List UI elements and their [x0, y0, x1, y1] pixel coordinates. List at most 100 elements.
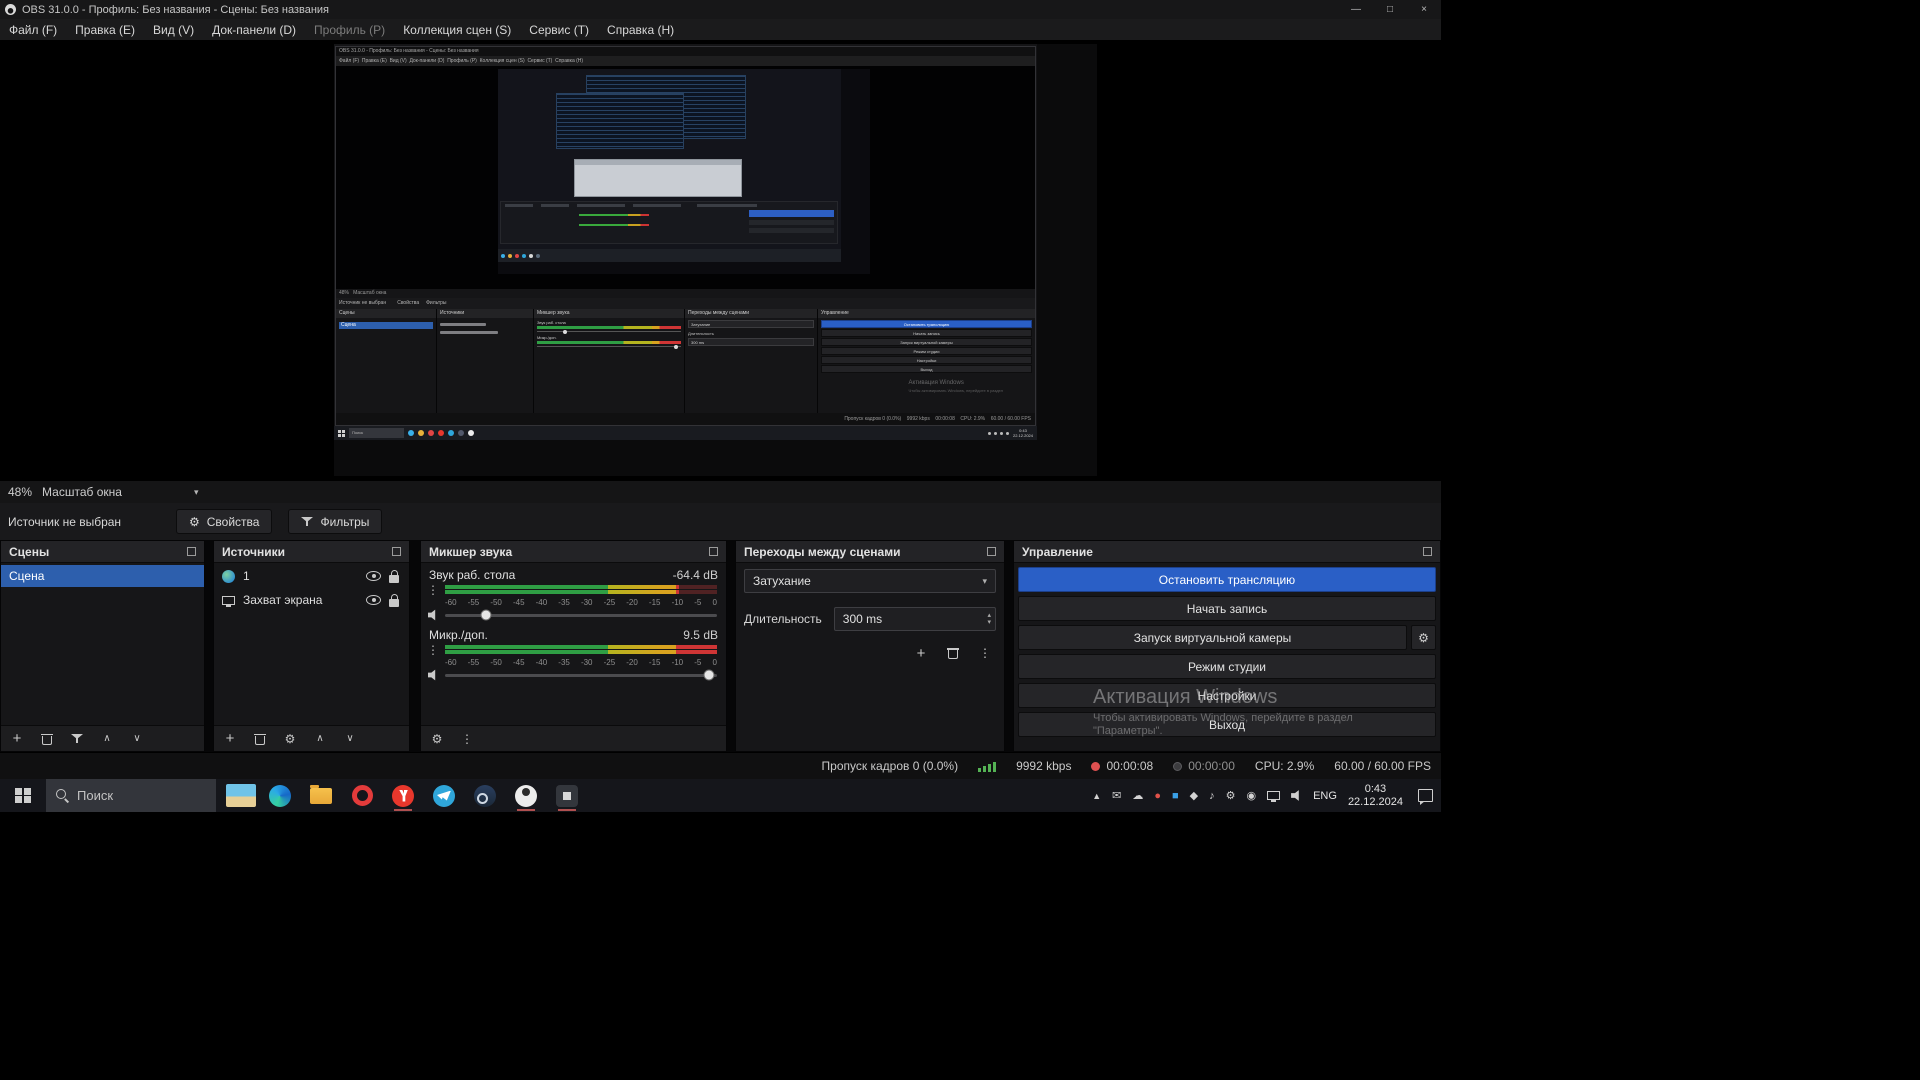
menu-edit[interactable]: Правка (E) [66, 19, 144, 40]
source-list-item[interactable]: Захват экрана [214, 589, 409, 611]
menu-docks[interactable]: Док-панели (D) [203, 19, 305, 40]
popout-icon[interactable] [1423, 547, 1432, 556]
menu-tools[interactable]: Сервис (T) [520, 19, 598, 40]
filters-button[interactable]: Фильтры [288, 509, 382, 534]
taskbar-search[interactable]: Поиск [46, 779, 216, 812]
settings-button[interactable]: Настройки [1018, 683, 1436, 708]
scene-filters-button[interactable] [71, 731, 83, 747]
preview-scale-dropdown[interactable]: ▾ [194, 487, 199, 498]
remove-scene-button[interactable] [41, 731, 53, 747]
popout-icon[interactable] [187, 547, 196, 556]
obs-icon[interactable] [514, 779, 538, 812]
popout-icon[interactable] [987, 547, 996, 556]
opera-browser-icon[interactable] [350, 779, 374, 812]
remove-source-button[interactable] [254, 731, 266, 747]
scene-list-item[interactable]: Сцена [1, 565, 204, 587]
menu-profile[interactable]: Профиль (P) [305, 19, 394, 40]
duration-input[interactable]: 300 ms ▴ ▾ [834, 607, 996, 631]
captured-search: Поиск [349, 428, 404, 438]
volume-slider-handle[interactable] [703, 670, 714, 681]
notification-center-button[interactable] [1418, 789, 1433, 802]
obs-titlebar[interactable]: OBS 31.0.0 - Профиль: Без названия - Сце… [0, 0, 1441, 19]
hidden-icons-chevron[interactable]: ▲ [1092, 791, 1101, 801]
studio-mode-button[interactable]: Режим студии [1018, 654, 1436, 679]
file-explorer-icon[interactable] [309, 779, 333, 812]
close-button[interactable]: × [1407, 0, 1441, 19]
add-source-button[interactable]: + [224, 731, 236, 747]
scene-move-up-button[interactable]: ∧ [101, 731, 113, 747]
preview-area[interactable]: OBS 31.0.0 - Профиль: Без названия - Сце… [0, 40, 1441, 481]
maximize-button[interactable]: □ [1373, 0, 1407, 19]
remove-transition-button[interactable] [942, 643, 964, 663]
menu-view[interactable]: Вид (V) [144, 19, 203, 40]
menu-bar: Файл (F) Правка (E) Вид (V) Док-панели (… [0, 19, 1441, 40]
tray-record-icon[interactable]: ◉ [1246, 789, 1256, 802]
volume-slider-handle[interactable] [480, 610, 491, 621]
start-recording-button[interactable]: Начать запись [1018, 596, 1436, 621]
source-list-item[interactable]: 1 [214, 565, 409, 587]
virtual-camera-settings-button[interactable]: ⚙ [1411, 625, 1436, 650]
menu-help[interactable]: Справка (H) [598, 19, 683, 40]
mute-toggle-icon[interactable] [421, 669, 445, 681]
telegram-icon[interactable] [432, 779, 456, 812]
browser-source-icon [222, 570, 235, 583]
popout-icon[interactable] [709, 547, 718, 556]
scene-transitions-dock: Переходы между сценами Затухание ▾ Длите… [735, 540, 1005, 752]
controls-dock-header[interactable]: Управление [1014, 541, 1440, 563]
menu-scene-collection[interactable]: Коллекция сцен (S) [394, 19, 520, 40]
scenes-dock-header[interactable]: Сцены [1, 541, 204, 563]
sources-dock-header[interactable]: Источники [214, 541, 409, 563]
volume-slider[interactable] [445, 614, 717, 617]
visibility-toggle-icon[interactable] [366, 571, 381, 581]
source-move-up-button[interactable]: ∧ [314, 731, 326, 747]
tray-music-icon[interactable]: ♪ [1209, 790, 1215, 802]
properties-button[interactable]: ⚙ Свойства [176, 509, 272, 534]
transition-select[interactable]: Затухание ▾ [744, 569, 996, 593]
captured-statusbar: Пропуск кадров 0 (0.0%) 9992 kbps 00:00:… [336, 413, 1035, 425]
mixer-dock-header[interactable]: Микшер звука [421, 541, 726, 563]
transition-options-button[interactable]: ⋮ [974, 643, 996, 663]
screen-capture-source[interactable]: OBS 31.0.0 - Профиль: Без названия - Сце… [334, 44, 1097, 476]
menu-file[interactable]: Файл (F) [0, 19, 66, 40]
channel-options-button[interactable]: ⋮ [421, 643, 445, 657]
popout-icon[interactable] [392, 547, 401, 556]
virtual-camera-button[interactable]: Запуск виртуальной камеры [1018, 625, 1407, 650]
steam-icon[interactable] [473, 779, 497, 812]
channel-options-button[interactable]: ⋮ [421, 583, 445, 597]
scene-move-down-button[interactable]: ∨ [131, 731, 143, 747]
tray-settings-icon[interactable]: ⚙ [1226, 789, 1236, 802]
visibility-toggle-icon[interactable] [366, 595, 381, 605]
game-app-icon[interactable] [555, 779, 579, 812]
taskbar-clock[interactable]: 0:43 22.12.2024 [1348, 783, 1403, 809]
exit-button[interactable]: Выход [1018, 712, 1436, 737]
add-scene-button[interactable]: + [11, 731, 23, 747]
meter-scale: -60-55-50-45-40-35-30-25-20-15-10-50 [445, 598, 717, 607]
mixer-options-button[interactable]: ⋮ [461, 731, 473, 747]
volume-icon[interactable] [1291, 790, 1302, 802]
transitions-dock-header[interactable]: Переходы между сценами [736, 541, 1004, 563]
lock-toggle-icon[interactable] [389, 575, 399, 583]
source-move-down-button[interactable]: ∨ [344, 731, 356, 747]
network-icon[interactable] [1267, 791, 1280, 800]
minimize-button[interactable]: — [1339, 0, 1373, 19]
lock-toggle-icon[interactable] [389, 599, 399, 607]
tray-app-gray-icon[interactable]: ◆ [1190, 789, 1198, 802]
tray-mail-icon[interactable]: ✉ [1112, 789, 1121, 802]
language-indicator[interactable]: ENG [1313, 790, 1337, 802]
add-transition-button[interactable]: + [910, 643, 932, 663]
start-button[interactable] [0, 779, 46, 812]
edge-browser-icon[interactable] [268, 779, 292, 812]
stop-streaming-button[interactable]: Остановить трансляцию [1018, 567, 1436, 592]
display-capture-icon [222, 596, 235, 605]
mute-toggle-icon[interactable] [421, 609, 445, 621]
duration-down-button[interactable]: ▾ [987, 619, 991, 626]
advanced-audio-button[interactable]: ⚙ [431, 731, 443, 747]
tray-cloud-icon[interactable]: ☁ [1132, 789, 1143, 802]
tray-app-red-icon[interactable]: ● [1154, 790, 1161, 802]
source-properties-button[interactable]: ⚙ [284, 731, 296, 747]
widgets-weather-icon[interactable] [226, 784, 256, 807]
yandex-browser-icon[interactable] [391, 779, 415, 812]
duration-up-button[interactable]: ▴ [987, 612, 991, 619]
volume-slider[interactable] [445, 674, 717, 677]
tray-app-blue-icon[interactable]: ■ [1172, 790, 1179, 802]
